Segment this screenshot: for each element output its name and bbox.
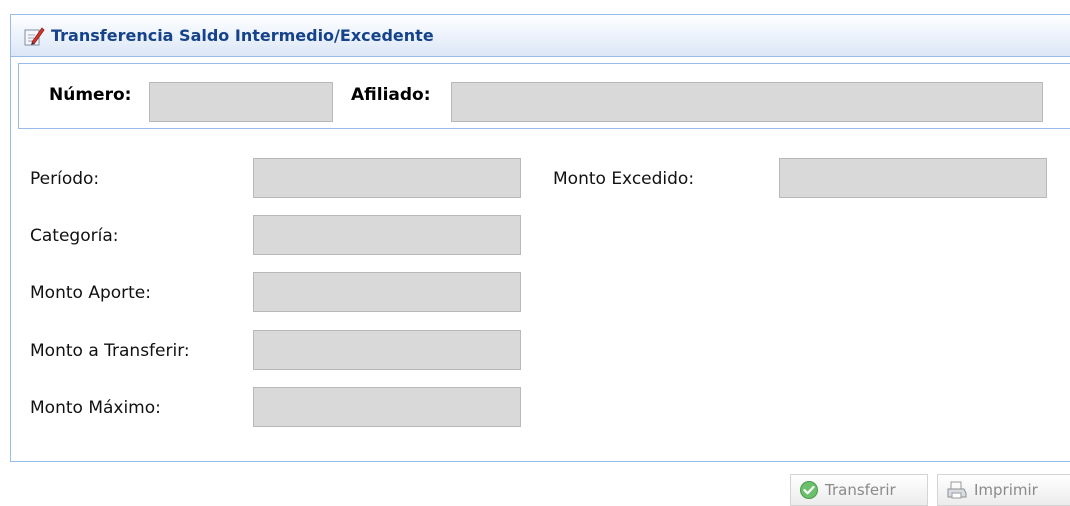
imprimir-label: Imprimir — [974, 481, 1038, 499]
monto-a-transferir-label: Monto a Transferir: — [30, 341, 190, 361]
monto-excedido-label: Monto Excedido: — [553, 169, 695, 189]
imprimir-button[interactable]: Imprimir — [937, 474, 1070, 506]
panel-header: Transferencia Saldo Intermedio/Excedente — [11, 15, 1070, 57]
header-fields-box: Número: Afiliado: — [18, 63, 1070, 129]
monto-maximo-field[interactable] — [253, 387, 521, 427]
edit-document-icon — [23, 25, 45, 47]
categoria-label: Categoría: — [30, 226, 119, 246]
transferir-label: Transferir — [825, 481, 896, 499]
monto-maximo-label: Monto Máximo: — [30, 398, 161, 418]
printer-icon — [947, 481, 967, 499]
panel-title: Transferencia Saldo Intermedio/Excedente — [51, 26, 434, 45]
check-circle-icon — [800, 481, 818, 499]
monto-excedido-field[interactable] — [779, 158, 1047, 198]
afiliado-label: Afiliado: — [351, 85, 431, 105]
numero-label: Número: — [49, 85, 132, 105]
periodo-label: Período: — [30, 169, 100, 189]
periodo-field[interactable] — [253, 158, 521, 198]
categoria-field[interactable] — [253, 215, 521, 255]
numero-field[interactable] — [149, 82, 333, 122]
afiliado-field[interactable] — [451, 82, 1043, 122]
monto-aporte-label: Monto Aporte: — [30, 283, 151, 303]
monto-aporte-field[interactable] — [253, 272, 521, 312]
transferir-button[interactable]: Transferir — [790, 474, 928, 506]
monto-a-transferir-field[interactable] — [253, 330, 521, 370]
